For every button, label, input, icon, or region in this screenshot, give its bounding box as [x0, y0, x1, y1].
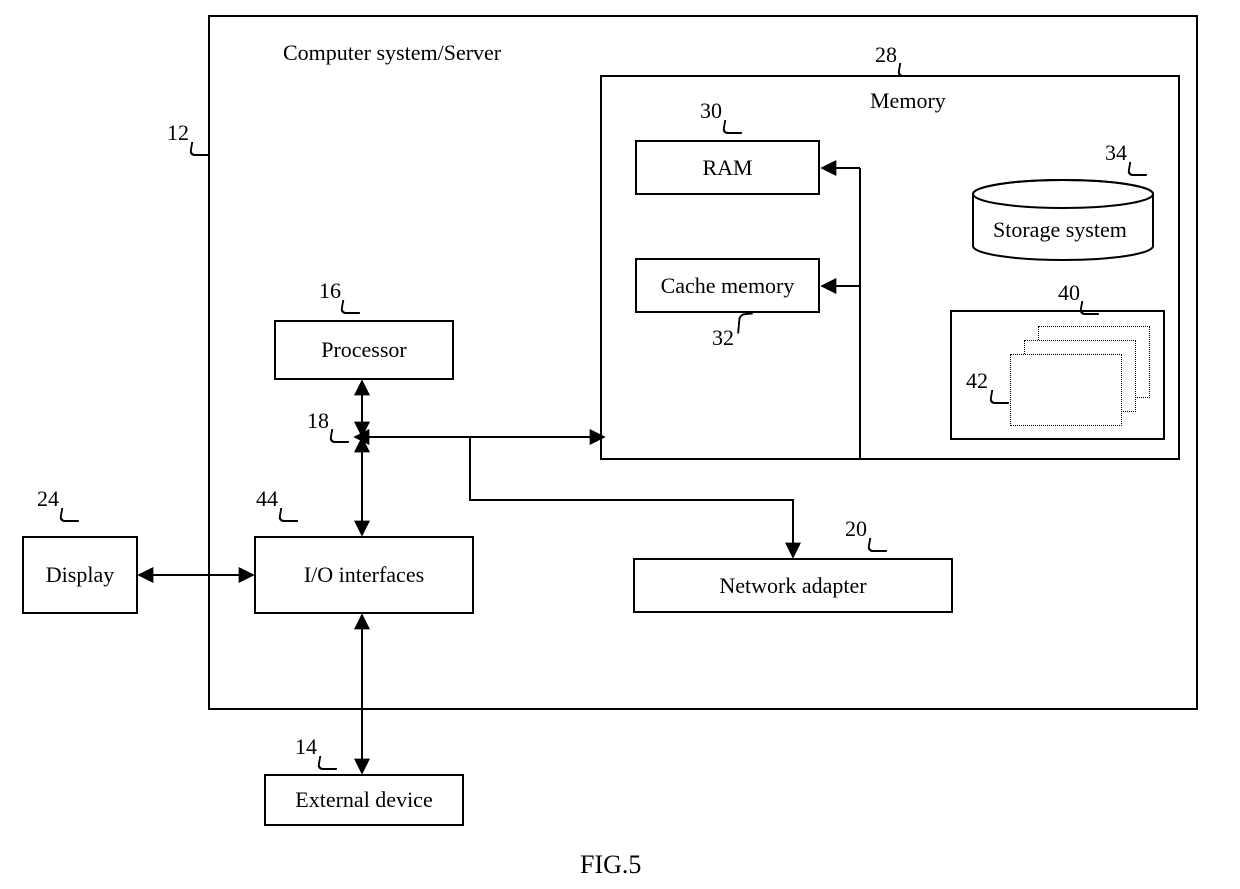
figure-caption: FIG.5 — [580, 850, 641, 880]
diagram-canvas: Computer system/Server 12 Memory 28 RAM … — [0, 0, 1240, 889]
connectors — [0, 0, 1240, 889]
